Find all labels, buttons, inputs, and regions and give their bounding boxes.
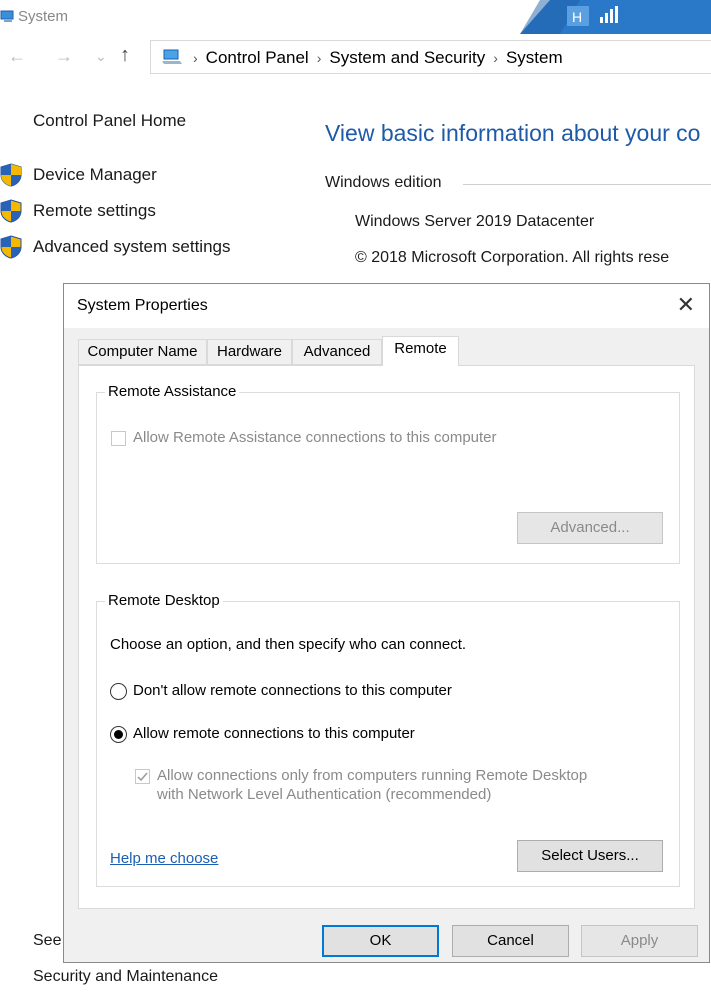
ok-button[interactable]: OK (322, 925, 439, 957)
remote-assistance-group: Remote Assistance Allow Remote Assistanc… (96, 383, 680, 564)
nla-checkbox[interactable] (135, 769, 150, 784)
tab-computer-name[interactable]: Computer Name (78, 339, 207, 365)
system-properties-dialog: System Properties ✕ Computer Name Hardwa… (63, 283, 710, 963)
shield-icon (0, 235, 22, 259)
remote-desktop-instruction: Choose an option, and then specify who c… (110, 636, 467, 653)
nla-checkbox-label-line1: Allow connections only from computers ru… (157, 767, 588, 784)
section-divider (463, 184, 711, 185)
window-titlebar: System H (0, 0, 711, 34)
remote-tab-panel: Remote Assistance Allow Remote Assistanc… (78, 365, 695, 909)
breadcrumb: › Control Panel › System and Security › Syste… (185, 48, 563, 68)
navigation-bar: ← → ⌄ ↑ › Control Panel › System and Securi… (0, 38, 711, 78)
remote-settings-link[interactable]: Remote settings (33, 201, 156, 221)
dialog-titlebar: System Properties ✕ (64, 284, 709, 328)
window-title: System (18, 8, 69, 25)
system-icon (0, 10, 14, 22)
checkmark-icon (137, 772, 148, 782)
breadcrumb-separator: › (493, 50, 498, 66)
recent-locations-chevron-icon[interactable]: ⌄ (95, 48, 107, 65)
tab-remote[interactable]: Remote (382, 336, 459, 366)
dont-allow-radio[interactable] (110, 683, 127, 700)
help-me-choose-link[interactable]: Help me choose (110, 850, 218, 867)
shield-icon (0, 163, 22, 187)
up-arrow-icon[interactable]: ↑ (120, 44, 130, 67)
allow-radio-label[interactable]: Allow remote connections to this compute… (133, 725, 415, 742)
advanced-button[interactable]: Advanced... (517, 512, 663, 544)
control-panel-icon (162, 49, 182, 64)
device-manager-link[interactable]: Device Manager (33, 165, 157, 185)
remote-desktop-label: Remote Desktop (105, 592, 223, 609)
see-also-label: See (33, 932, 62, 949)
tab-hardware[interactable]: Hardware (207, 339, 292, 365)
control-panel-home-link[interactable]: Control Panel Home (33, 111, 186, 131)
close-icon[interactable]: ✕ (677, 292, 695, 318)
forward-arrow-icon[interactable]: → (55, 46, 73, 67)
breadcrumb-system[interactable]: System (506, 48, 563, 67)
allow-radio[interactable] (110, 726, 127, 743)
breadcrumb-control-panel[interactable]: Control Panel (206, 48, 309, 67)
cancel-button[interactable]: Cancel (452, 925, 569, 957)
radio-selected-dot (114, 730, 123, 739)
edition-text: Windows Server 2019 Datacenter (355, 213, 595, 230)
breadcrumb-system-and-security[interactable]: System and Security (329, 48, 485, 67)
remote-assistance-checkbox[interactable] (111, 431, 126, 446)
breadcrumb-separator: › (193, 50, 198, 66)
dont-allow-radio-label[interactable]: Don't allow remote connections to this c… (133, 682, 452, 699)
security-and-maintenance-link[interactable]: Security and Maintenance (33, 968, 218, 986)
nla-checkbox-label-line2: with Network Level Authentication (recom… (157, 786, 492, 803)
page-title: View basic information about your co (325, 120, 701, 146)
tab-advanced[interactable]: Advanced (292, 339, 382, 365)
svg-text:H: H (572, 9, 582, 25)
windows-edition-header: Windows edition (325, 174, 442, 191)
titlebar-accent: H (520, 0, 711, 34)
copyright-text: © 2018 Microsoft Corporation. All rights… (355, 249, 670, 266)
advanced-system-settings-link[interactable]: Advanced system settings (33, 237, 230, 257)
dialog-title: System Properties (77, 297, 208, 314)
back-arrow-icon[interactable]: ← (8, 46, 26, 67)
remote-assistance-label: Remote Assistance (105, 383, 240, 400)
shield-icon (0, 199, 22, 223)
select-users-button[interactable]: Select Users... (517, 840, 663, 872)
remote-desktop-group: Remote Desktop Choose an option, and the… (96, 592, 680, 887)
breadcrumb-separator: › (316, 50, 322, 66)
address-bar[interactable]: › Control Panel › System and Security › Syste… (150, 40, 711, 74)
apply-button[interactable]: Apply (581, 925, 698, 957)
remote-assistance-checkbox-label: Allow Remote Assistance connections to t… (133, 429, 497, 446)
